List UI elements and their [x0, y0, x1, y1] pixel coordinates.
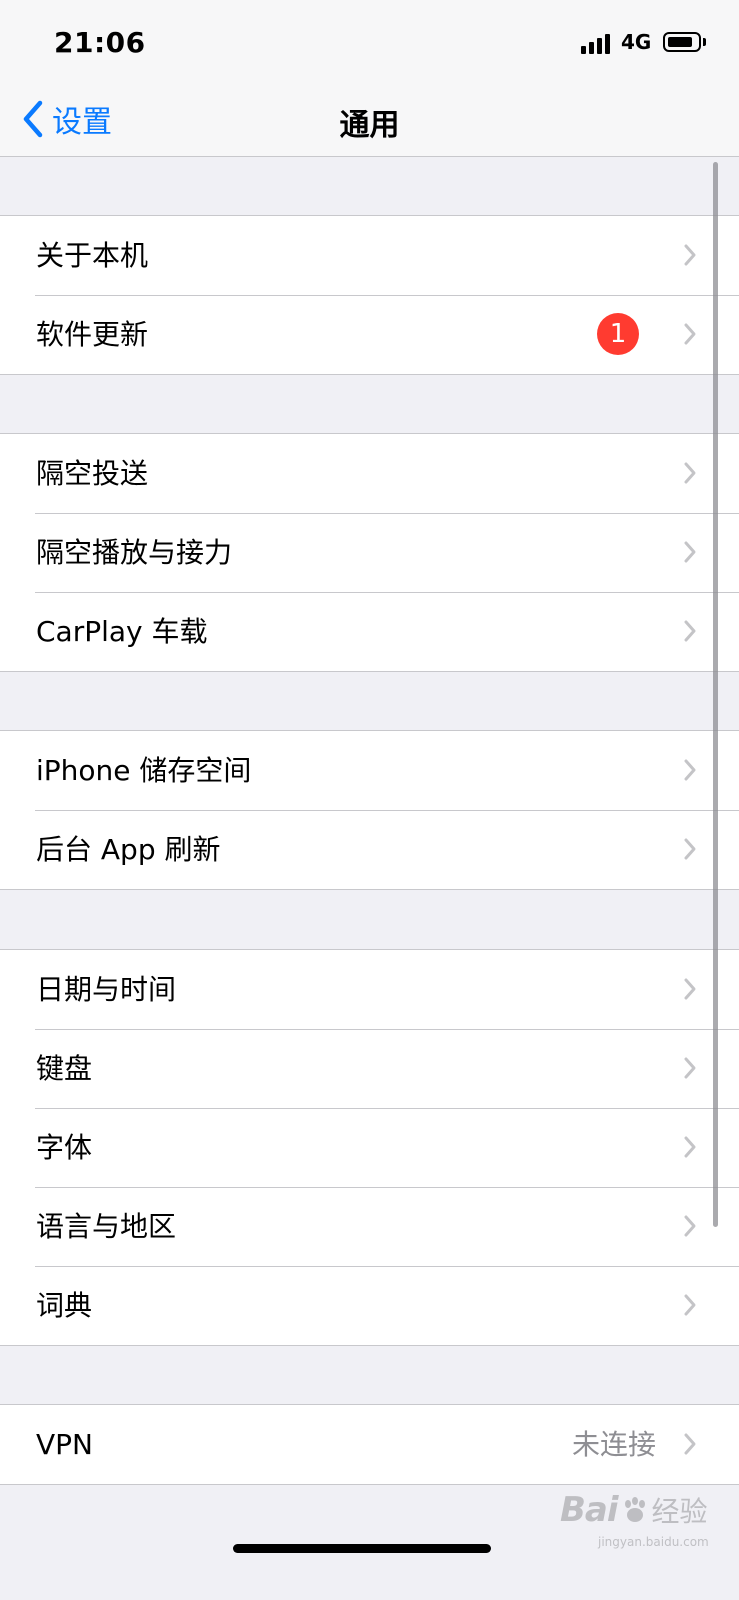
chevron-right-icon — [684, 244, 696, 266]
row-label: 字体 — [36, 1131, 93, 1164]
settings-group-storage: iPhone 储存空间 后台 App 刷新 — [0, 730, 739, 890]
navigation-bar: 通用 设置 — [0, 90, 739, 157]
chevron-right-icon — [684, 1057, 696, 1079]
chevron-right-icon — [684, 323, 696, 345]
vpn-status: 未连接 — [571, 1428, 656, 1461]
row-airplay-handoff[interactable]: 隔空播放与接力 — [0, 513, 739, 592]
settings-group-vpn: VPN 未连接 — [0, 1404, 739, 1485]
row-about[interactable]: 关于本机 — [0, 216, 739, 295]
chevron-right-icon — [684, 462, 696, 484]
home-indicator[interactable] — [233, 1544, 491, 1553]
scrollbar[interactable] — [713, 162, 718, 1227]
row-background-app-refresh[interactable]: 后台 App 刷新 — [0, 810, 739, 889]
row-label: 关于本机 — [36, 239, 149, 272]
row-airdrop[interactable]: 隔空投送 — [0, 434, 739, 513]
watermark-brand: Bai — [560, 1490, 619, 1530]
battery-tip — [703, 38, 706, 46]
row-fonts[interactable]: 字体 — [0, 1108, 739, 1187]
chevron-right-icon — [684, 1294, 696, 1316]
paw-icon — [624, 1497, 645, 1522]
watermark-url: jingyan.baidu.com — [598, 1535, 709, 1549]
row-carplay[interactable]: CarPlay 车载 — [0, 592, 739, 671]
battery-icon — [663, 32, 701, 52]
row-label: CarPlay 车载 — [36, 615, 208, 648]
chevron-right-icon — [684, 1215, 696, 1237]
chevron-left-icon — [23, 100, 43, 138]
row-label: 键盘 — [36, 1052, 93, 1085]
settings-group-device: 关于本机 软件更新 1 — [0, 215, 739, 375]
watermark-suffix: 经验 — [651, 1495, 708, 1528]
row-label: 词典 — [36, 1289, 93, 1322]
chevron-right-icon — [684, 1136, 696, 1158]
row-dictionary[interactable]: 词典 — [0, 1266, 739, 1345]
chevron-right-icon — [684, 759, 696, 781]
settings-group-language: 日期与时间 键盘 字体 语言与地区 词典 — [0, 949, 739, 1346]
row-language-region[interactable]: 语言与地区 — [0, 1187, 739, 1266]
chevron-right-icon — [684, 620, 696, 642]
row-keyboard[interactable]: 键盘 — [0, 1029, 739, 1108]
back-button[interactable]: 设置 — [20, 94, 112, 144]
settings-group-continuity: 隔空投送 隔空播放与接力 CarPlay 车载 — [0, 433, 739, 672]
row-label: 日期与时间 — [36, 973, 177, 1006]
row-label: 隔空投送 — [36, 457, 149, 490]
chevron-right-icon — [684, 838, 696, 860]
chevron-right-icon — [684, 541, 696, 563]
chevron-right-icon — [684, 978, 696, 1000]
row-label: 后台 App 刷新 — [36, 833, 221, 866]
row-software-update[interactable]: 软件更新 1 — [0, 295, 739, 374]
watermark-logo: Bai 经验 — [560, 1490, 708, 1530]
status-bar: 21:06 4G — [0, 0, 739, 90]
network-type: 4G — [621, 30, 652, 54]
row-label: VPN — [36, 1428, 93, 1461]
row-vpn[interactable]: VPN 未连接 — [0, 1405, 739, 1484]
row-label: 语言与地区 — [36, 1210, 177, 1243]
chevron-right-icon — [684, 1433, 696, 1455]
back-label: 设置 — [52, 105, 112, 140]
row-label: iPhone 储存空间 — [36, 754, 252, 787]
row-label: 软件更新 — [36, 318, 149, 351]
row-date-time[interactable]: 日期与时间 — [0, 950, 739, 1029]
row-label: 隔空播放与接力 — [36, 536, 233, 569]
notification-badge: 1 — [597, 313, 639, 355]
row-iphone-storage[interactable]: iPhone 储存空间 — [0, 731, 739, 810]
cellular-signal-icon — [581, 32, 611, 54]
status-time: 21:06 — [54, 26, 146, 59]
